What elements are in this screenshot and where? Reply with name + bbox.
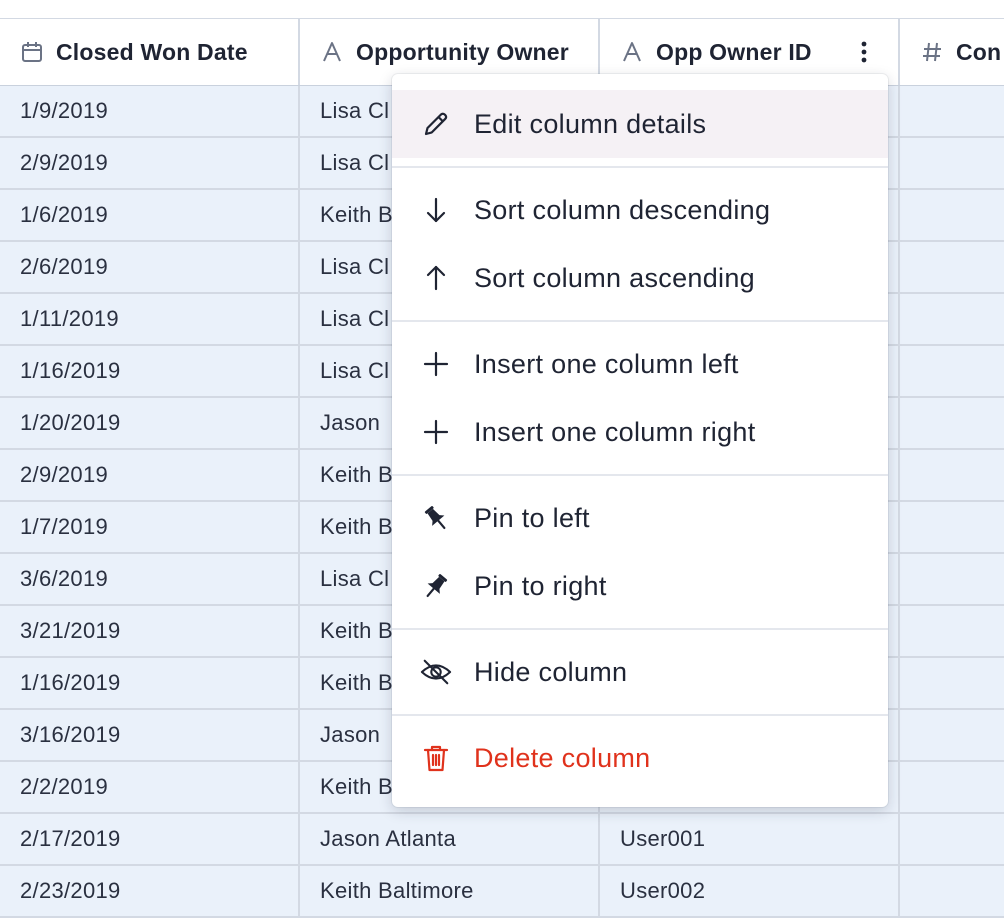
menu-divider (392, 628, 888, 630)
cell-closed-won-date[interactable]: 1/16/2019 (0, 346, 300, 396)
cell-opp-owner-id[interactable]: User001 (600, 814, 900, 864)
menu-divider (392, 166, 888, 168)
cell-closed-won-date[interactable]: 2/9/2019 (0, 450, 300, 500)
trash-icon (420, 742, 452, 774)
menu-item-pin-left[interactable]: Pin to left (392, 484, 888, 552)
cell-con[interactable] (900, 866, 1004, 916)
cell-con[interactable] (900, 398, 1004, 448)
column-header-con[interactable]: Con (900, 19, 1004, 85)
cell-closed-won-date[interactable]: 1/7/2019 (0, 502, 300, 552)
eye-off-icon (420, 656, 452, 688)
cell-con[interactable] (900, 710, 1004, 760)
cell-con[interactable] (900, 658, 1004, 708)
menu-item-delete-column[interactable]: Delete column (392, 724, 888, 792)
column-menu-kebab-icon[interactable] (854, 39, 874, 65)
table-row[interactable]: 2/17/2019 Jason Atlanta User001 (0, 814, 1004, 866)
menu-item-hide-column[interactable]: Hide column (392, 638, 888, 706)
menu-item-label: Pin to right (474, 570, 607, 601)
cell-opportunity-owner[interactable]: Jason Atlanta (300, 814, 600, 864)
menu-item-label: Delete column (474, 742, 651, 773)
calendar-icon (20, 40, 44, 64)
menu-item-pin-right[interactable]: Pin to right (392, 552, 888, 620)
cell-closed-won-date[interactable]: 2/6/2019 (0, 242, 300, 292)
table-row[interactable]: 2/23/2019 Keith Baltimore User002 (0, 866, 1004, 918)
menu-item-label: Insert one column left (474, 348, 739, 379)
arrow-up-icon (420, 262, 452, 294)
cell-con[interactable] (900, 814, 1004, 864)
cell-con[interactable] (900, 86, 1004, 136)
cell-con[interactable] (900, 346, 1004, 396)
menu-divider (392, 320, 888, 322)
number-type-icon (920, 40, 944, 64)
menu-item-label: Sort column ascending (474, 262, 755, 293)
menu-divider (392, 714, 888, 716)
cell-con[interactable] (900, 606, 1004, 656)
cell-closed-won-date[interactable]: 1/11/2019 (0, 294, 300, 344)
text-type-icon (320, 40, 344, 64)
cell-closed-won-date[interactable]: 1/20/2019 (0, 398, 300, 448)
cell-opportunity-owner[interactable]: Keith Baltimore (300, 866, 600, 916)
plus-icon (420, 416, 452, 448)
menu-item-insert-column-right[interactable]: Insert one column right (392, 398, 888, 466)
plus-icon (420, 348, 452, 380)
menu-item-label: Edit column details (474, 108, 707, 139)
cell-closed-won-date[interactable]: 2/9/2019 (0, 138, 300, 188)
cell-closed-won-date[interactable]: 3/6/2019 (0, 554, 300, 604)
cell-con[interactable] (900, 190, 1004, 240)
column-context-menu: Edit column details Sort column descendi… (392, 74, 888, 807)
menu-item-sort-ascending[interactable]: Sort column ascending (392, 244, 888, 312)
pin-icon (420, 502, 452, 534)
cell-con[interactable] (900, 450, 1004, 500)
cell-con[interactable] (900, 242, 1004, 292)
arrow-down-icon (420, 194, 452, 226)
pin-icon (420, 570, 452, 602)
grid-top-strip (0, 0, 1004, 19)
column-header-label: Con (956, 38, 1002, 65)
text-type-icon (620, 40, 644, 64)
cell-con[interactable] (900, 138, 1004, 188)
menu-divider (392, 474, 888, 476)
cell-con[interactable] (900, 294, 1004, 344)
cell-closed-won-date[interactable]: 1/6/2019 (0, 190, 300, 240)
cell-closed-won-date[interactable]: 2/2/2019 (0, 762, 300, 812)
menu-item-insert-column-left[interactable]: Insert one column left (392, 330, 888, 398)
menu-item-edit-column-details[interactable]: Edit column details (392, 90, 888, 158)
cell-con[interactable] (900, 762, 1004, 812)
cell-closed-won-date[interactable]: 2/23/2019 (0, 866, 300, 916)
cell-con[interactable] (900, 554, 1004, 604)
column-header-label: Opp Owner ID (656, 38, 812, 65)
cell-closed-won-date[interactable]: 1/16/2019 (0, 658, 300, 708)
menu-item-label: Insert one column right (474, 416, 756, 447)
cell-closed-won-date[interactable]: 1/9/2019 (0, 86, 300, 136)
menu-item-sort-descending[interactable]: Sort column descending (392, 176, 888, 244)
menu-item-label: Sort column descending (474, 194, 771, 225)
column-header-closed-won-date[interactable]: Closed Won Date (0, 19, 300, 85)
cell-closed-won-date[interactable]: 3/21/2019 (0, 606, 300, 656)
column-header-label: Opportunity Owner (356, 38, 569, 65)
cell-closed-won-date[interactable]: 2/17/2019 (0, 814, 300, 864)
cell-con[interactable] (900, 502, 1004, 552)
cell-closed-won-date[interactable]: 3/16/2019 (0, 710, 300, 760)
cell-opp-owner-id[interactable]: User002 (600, 866, 900, 916)
pencil-icon (420, 108, 452, 140)
column-header-label: Closed Won Date (56, 38, 248, 65)
menu-item-label: Hide column (474, 656, 628, 687)
menu-item-label: Pin to left (474, 502, 590, 533)
